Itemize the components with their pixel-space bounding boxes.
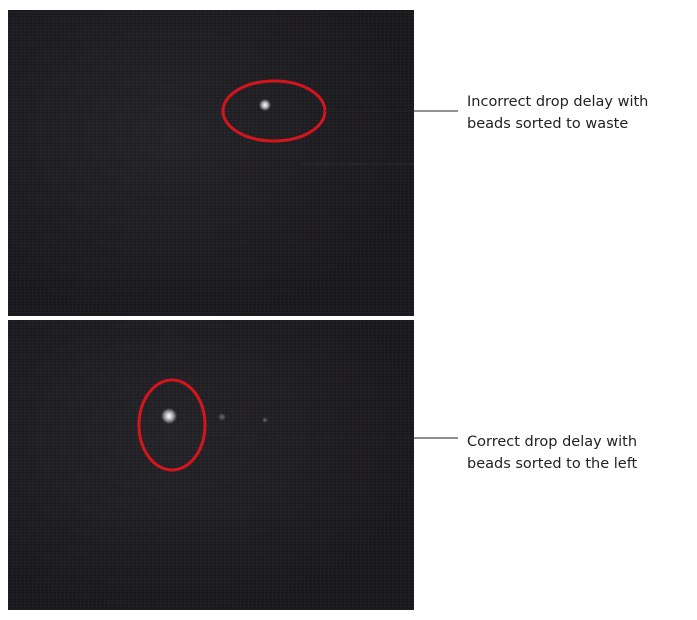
callout-label-bottom-line1: Correct drop delay with: [467, 434, 638, 450]
bead-spot-left: [161, 408, 177, 424]
callout-label-top: Incorrect drop delay with beads sorted t…: [467, 91, 648, 135]
faint-stream-spot: [218, 413, 226, 421]
callout-label-bottom-line2: beads sorted to the left: [467, 456, 638, 472]
bead-spot-waste: [259, 99, 271, 111]
callout-label-top-line2: beads sorted to waste: [467, 116, 629, 132]
faint-stream-spot: [262, 417, 268, 423]
highlight-ellipse-top: [221, 79, 327, 143]
callout-label-top-line1: Incorrect drop delay with: [467, 94, 649, 110]
highlight-ellipse-bottom: [137, 378, 207, 472]
callout-label-bottom: Correct drop delay with beads sorted to …: [467, 431, 637, 475]
